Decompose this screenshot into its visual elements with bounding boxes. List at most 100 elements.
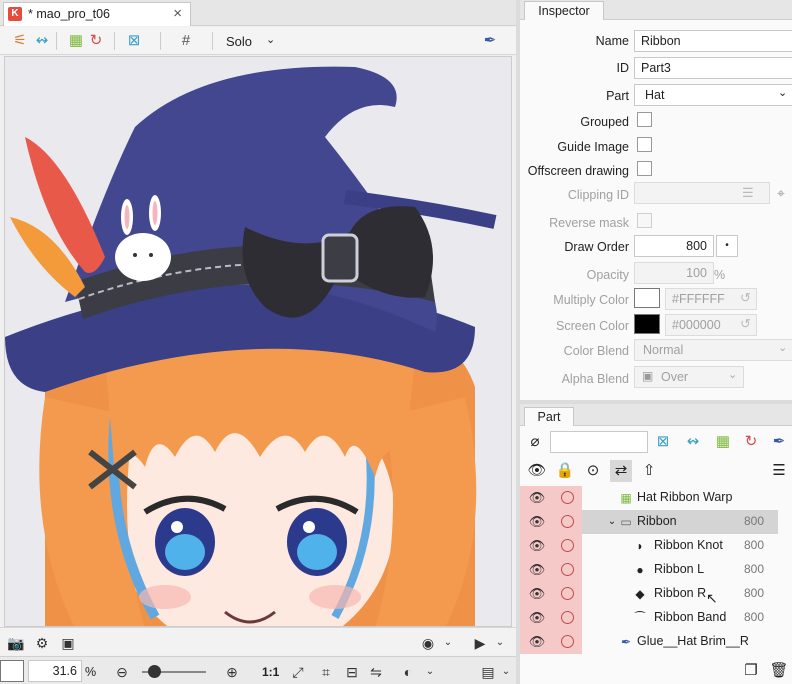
play-chevron-down-icon[interactable]: ⌄ [490,633,510,653]
layout-icon[interactable]: ▤ [478,662,498,682]
fit-width-icon[interactable]: ⊟ [342,662,362,682]
tree-row[interactable]: 👁 ▦ Hat Ribbon Warp [520,486,792,510]
play-icon[interactable]: ▶ [470,633,490,653]
part-chevron-down-icon[interactable]: ⌄ [778,86,787,99]
tree-row[interactable]: 👁 ⁀ Ribbon Band 800 [520,606,792,630]
visibility-eye-icon[interactable]: 👁 [520,510,554,534]
screen-reset-icon[interactable]: ↺ [740,316,751,332]
camera-settings-icon[interactable]: ⚙ [32,633,52,653]
alpha-blend-chevron-down-icon[interactable]: ⌄ [728,368,737,381]
warp-deformer-icon: ▦ [620,491,632,505]
tab-part[interactable]: Part [524,407,574,426]
tree-row[interactable]: 👁 ● Ribbon L 800 [520,558,792,582]
filter-icon[interactable]: ⌀ [524,431,546,453]
tree-row[interactable]: 👁 ✒ Glue__Hat Brim__R [520,630,792,654]
camera-icon[interactable]: 📷 [6,633,26,653]
menu-icon[interactable]: ☰ [768,460,790,482]
mesh-filter-icon[interactable]: ▦ [712,431,734,453]
grid-icon[interactable]: # [172,30,200,52]
lock-toggle[interactable] [554,486,582,510]
screen-color-swatch[interactable] [634,314,660,334]
part-label: Part [606,89,629,103]
tab-inspector[interactable]: Inspector [524,1,604,20]
part-select[interactable]: Hat [634,84,792,106]
lock-toggle[interactable] [554,558,582,582]
art-mesh-filter-icon[interactable]: ⊠ [652,431,674,453]
color-blend-select[interactable]: Normal [634,339,792,361]
visibility-eye-icon[interactable]: 👁 [520,534,554,558]
zoom-in-icon[interactable]: ⊕ [222,662,242,682]
trash-icon[interactable]: 🗑 [768,660,790,682]
guide-image-checkbox[interactable] [637,137,652,152]
zoom-slider-handle[interactable] [148,665,161,678]
display-mode-chevron-down-icon[interactable]: ⌄ [420,662,440,682]
video-camera-icon[interactable]: ▣ [58,633,78,653]
pin-icon[interactable]: ✒ [476,30,504,52]
lock-toggle[interactable] [554,510,582,534]
layout-chevron-down-icon[interactable]: ⌄ [496,662,516,682]
visibility-eye-icon[interactable]: 👁 [520,558,554,582]
lock-toggle[interactable] [554,582,582,606]
reverse-mask-checkbox[interactable] [637,213,652,228]
actual-size-button[interactable]: 1:1 [262,665,279,679]
visibility-header-icon[interactable]: 👁 [526,460,548,482]
solo-dropdown[interactable]: Solo [226,34,252,49]
multiply-color-swatch[interactable] [634,288,660,308]
part-search-input[interactable] [550,431,648,453]
center-view-icon[interactable]: ⌗ [316,662,336,682]
visibility-eye-icon[interactable]: 👁 [520,630,554,654]
clipping-list-icon[interactable]: ☰ [742,185,754,201]
tree-row[interactable]: 👁 ◗ Ribbon Knot 800 [520,534,792,558]
draw-order-value: 800 [744,538,765,552]
solo-chevron-down-icon[interactable]: ⌄ [266,33,275,46]
lock-toggle[interactable] [554,630,582,654]
alpha-blend-icon: ▣ [642,369,654,383]
rotation-filter-icon[interactable]: ↻ [740,431,762,453]
opacity-field[interactable]: 100 [634,262,714,284]
record-icon[interactable]: ◉ [418,633,438,653]
fit-to-window-icon[interactable]: ⤢ [288,662,308,682]
collapse-all-icon[interactable]: ⊙ [582,460,604,482]
record-chevron-down-icon[interactable]: ⌄ [438,633,458,653]
warp-filter-icon[interactable]: ↭ [682,431,704,453]
display-mode-icon[interactable]: ◐ [398,662,418,682]
lock-toggle[interactable] [554,534,582,558]
glue-filter-icon[interactable]: ✒ [768,431,790,453]
sync-selection-icon[interactable]: ⇄ [610,460,632,482]
zoom-out-icon[interactable]: ⊖ [112,662,132,682]
close-tab-icon[interactable]: × [173,5,182,22]
rotation-icon[interactable]: ↻ [82,30,110,52]
move-to-top-icon[interactable]: ⇧ [638,460,660,482]
zoom-input[interactable]: 31.6 [28,660,82,682]
multiply-reset-icon[interactable]: ↺ [740,290,751,306]
tree-row[interactable]: 👁 ◆ Ribbon R 800 ↖ [520,582,792,606]
color-blend-chevron-down-icon[interactable]: ⌄ [778,341,787,354]
visibility-eye-icon[interactable]: 👁 [520,486,554,510]
color-swatch[interactable] [0,660,24,682]
tree-row-label: Ribbon L [654,562,705,576]
lock-toggle[interactable] [554,606,582,630]
name-label: Name [595,34,629,48]
offscreen-checkbox[interactable] [637,161,652,176]
alpha-blend-label: Alpha Blend [561,372,629,386]
opacity-unit: % [714,268,726,282]
id-field[interactable]: Part3 [634,57,792,79]
visibility-eye-icon[interactable]: 👁 [520,582,554,606]
draw-order-dot-button[interactable]: • [716,235,738,257]
lock-header-icon[interactable]: 🔒 [554,460,576,482]
grouped-checkbox[interactable] [637,112,652,127]
document-tab[interactable]: K * mao_pro_t06 × [3,2,191,26]
draw-order-field[interactable]: 800 [634,235,714,257]
art-mesh-icon: ⁀ [635,611,645,625]
tree-row-selected[interactable]: 👁 ⌄ ▭ Ribbon 800 [520,510,792,534]
document-tab-bar: K * mao_pro_t06 × [0,0,516,26]
warp-icon[interactable]: ↭ [28,30,56,52]
visibility-eye-icon[interactable]: 👁 [520,606,554,630]
grid-select-icon[interactable]: ⊠ [120,30,148,52]
flip-view-icon[interactable]: ⇋ [366,662,386,682]
name-field[interactable]: Ribbon [634,30,792,52]
part-tab-bar: Part [520,404,792,426]
duplicate-icon[interactable]: ❐ [740,660,762,682]
model-canvas[interactable] [4,56,512,627]
target-icon[interactable]: ⌖ [777,185,785,202]
